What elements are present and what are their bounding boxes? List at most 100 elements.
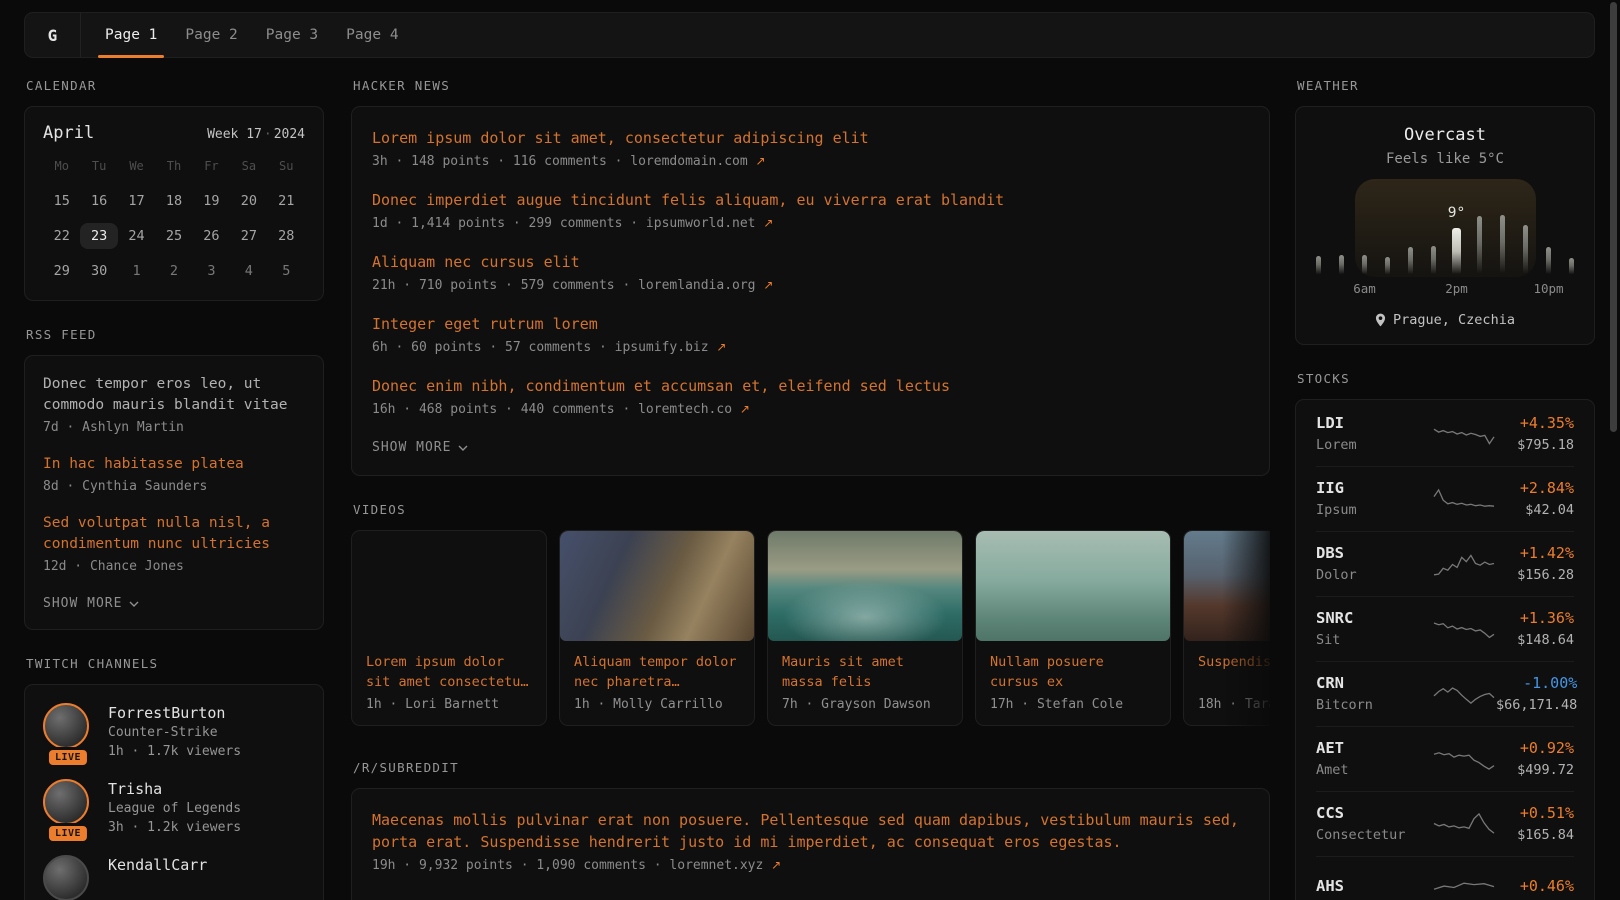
video-thumbnail[interactable]	[560, 531, 754, 641]
videos-section: VIDEOS Lorem ipsum dolor sit amet consec…	[351, 502, 1270, 726]
video-thumbnail[interactable]	[1184, 531, 1270, 641]
video-title-link[interactable]: Mauris sit amet massa felis	[782, 652, 948, 692]
video-title-link[interactable]: Lorem ipsum dolor sit amet consectetu…	[366, 652, 532, 692]
rss-show-more-button[interactable]: SHOW MORE	[43, 593, 139, 611]
chevron-down-icon	[458, 445, 468, 451]
video-title-link[interactable]: Aliquam tempor dolor nec pharetra…	[574, 652, 740, 692]
external-link-icon: ↗	[716, 340, 726, 354]
weather-condition: Overcast	[1296, 125, 1594, 145]
scrollbar-thumb[interactable]	[1610, 2, 1617, 432]
stock-row[interactable]: AETAmet +0.92%$499.72	[1316, 726, 1574, 791]
calendar-week-label: Week 17·2024	[207, 127, 305, 142]
video-meta: 17h · Stefan Cole	[990, 697, 1156, 712]
hn-item-meta: 3h · 148 points · 116 comments · loremdo…	[372, 151, 1249, 172]
stock-symbol: DBS	[1316, 543, 1432, 564]
current-temp-label: 9°	[1448, 205, 1465, 221]
channel-name: Trisha	[108, 779, 241, 799]
video-thumbnail[interactable]	[768, 531, 962, 641]
tab-page-3[interactable]: Page 3	[252, 13, 332, 57]
twitch-channels: LIVE ForrestBurton Counter-Strike 1h · 1…	[24, 684, 324, 900]
stock-price: $795.18	[1496, 436, 1574, 455]
video-meta: 1h · Lori Barnett	[366, 697, 532, 712]
rss-item-link[interactable]: Sed volutpat nulla nisl, a condimentum n…	[43, 513, 305, 555]
stock-row[interactable]: SNRCSit +1.36%$148.64	[1316, 596, 1574, 661]
calendar-day: 30	[80, 258, 117, 284]
stock-row[interactable]: CCSConsectetur +0.51%$165.84	[1316, 791, 1574, 856]
video-card[interactable]: Nullam posuere cursus ex 17h · Stefan Co…	[975, 530, 1171, 726]
video-title-link[interactable]: Nullam posuere cursus ex	[990, 652, 1156, 692]
reddit-item-link[interactable]: Maecenas mollis pulvinar erat non posuer…	[372, 809, 1249, 853]
hn-show-more-button[interactable]: SHOW MORE	[372, 437, 468, 455]
video-thumbnail[interactable]	[976, 531, 1170, 641]
hn-item-link[interactable]: Donec imperdiet augue tincidunt felis al…	[372, 189, 1249, 211]
stocks-widget: LDILorem +4.35%$795.18 IIG Ipsum +2.84% $4…	[1295, 399, 1595, 900]
topbar: G Page 1 Page 2 Page 3 Page 4	[24, 12, 1595, 58]
stock-price: $148.64	[1496, 631, 1574, 650]
hn-item-link[interactable]: Lorem ipsum dolor sit amet, consectetur …	[372, 127, 1249, 149]
weather-widget: Overcast Feels like 5°C 9° 6am2pm10pm Pr…	[1295, 106, 1595, 345]
twitch-section: TWITCH CHANNELS LIVE ForrestBurton Count…	[24, 656, 324, 900]
reddit-item: Maecenas mollis pulvinar erat non posuer…	[372, 809, 1249, 876]
twitch-channel-row[interactable]: LIVE Trisha League of Legends 3h · 1.2k …	[43, 779, 305, 837]
video-card[interactable]: Mauris sit amet massa felis 7h · Grayson…	[767, 530, 963, 726]
video-card[interactable]: Aliquam tempor dolor nec pharetra… 1h · …	[559, 530, 755, 726]
live-badge: LIVE	[46, 747, 90, 768]
calendar-day: 17	[118, 188, 155, 214]
weather-bar	[1500, 215, 1505, 275]
weather-bar	[1523, 225, 1528, 275]
tab-page-2[interactable]: Page 2	[171, 13, 251, 57]
page-tabs: Page 1 Page 2 Page 3 Page 4	[91, 13, 413, 57]
twitch-section-title: TWITCH CHANNELS	[26, 656, 324, 671]
video-title-link[interactable]: Suspendisse diam	[1198, 652, 1270, 692]
stock-change: +2.84%	[1496, 478, 1574, 499]
stock-symbol: IIG	[1316, 478, 1432, 499]
stock-row[interactable]: LDILorem +4.35%$795.18	[1316, 402, 1574, 466]
rss-item-link[interactable]: In hac habitasse platea	[43, 454, 305, 475]
stock-name: Consectetur	[1316, 826, 1432, 845]
weather-hourly-chart: 9°	[1316, 183, 1574, 275]
reddit-item-meta: 19h · 9,932 points · 1,090 comments · lo…	[372, 855, 1249, 876]
rss-item-meta: 12d · Chance Jones	[43, 557, 305, 577]
chevron-down-icon	[129, 601, 139, 607]
stock-price: $499.72	[1496, 761, 1574, 780]
stock-sparkline	[1432, 679, 1496, 709]
twitch-channel-row[interactable]: LIVE ForrestBurton Counter-Strike 1h · 1…	[43, 703, 305, 761]
hn-item-link[interactable]: Donec enim nibh, condimentum et accumsan…	[372, 375, 1249, 397]
video-meta: 18h · Tara	[1198, 697, 1270, 712]
location-pin-icon	[1375, 313, 1386, 327]
avatar	[43, 855, 93, 900]
video-meta: 1h · Molly Carrillo	[574, 697, 740, 712]
stock-row[interactable]: CRNBitcorn -1.00%$66,171.48	[1316, 661, 1574, 726]
hn-item-link[interactable]: Aliquam nec cursus elit	[372, 251, 1249, 273]
page-scrollbar	[1610, 2, 1617, 898]
tab-page-1[interactable]: Page 1	[91, 13, 171, 57]
stock-change: +0.46%	[1496, 876, 1574, 897]
rss-item-link[interactable]: Donec tempor eros leo, ut commodo mauris…	[43, 374, 305, 416]
daylight-band	[1355, 179, 1536, 277]
hn-item-link[interactable]: Integer eget rutrum lorem	[372, 313, 1249, 335]
app-logo[interactable]: G	[25, 13, 81, 57]
calendar-day: 20	[230, 188, 267, 214]
tab-page-4[interactable]: Page 4	[332, 13, 412, 57]
stock-sparkline	[1432, 744, 1496, 774]
stock-row[interactable]: IIGIpsum +2.84%$42.04	[1316, 466, 1574, 531]
calendar-day: 25	[155, 223, 192, 249]
stock-name: Sit	[1316, 631, 1432, 650]
calendar-day-header: Th	[155, 153, 192, 179]
video-thumbnail[interactable]	[352, 531, 546, 641]
video-card[interactable]: Lorem ipsum dolor sit amet consectetu… 1…	[351, 530, 547, 726]
stock-row[interactable]: DBSDolor +1.42%$156.28	[1316, 531, 1574, 596]
stocks-section: STOCKS LDILorem +4.35%$795.18 IIGIpsum +…	[1295, 371, 1595, 900]
stock-sparkline	[1432, 419, 1496, 449]
stock-name: Ipsum	[1316, 501, 1432, 520]
rss-item: Sed volutpat nulla nisl, a condimentum n…	[43, 513, 305, 577]
rss-item: In hac habitasse platea 8d · Cynthia Sau…	[43, 454, 305, 497]
stock-name: Bitcorn	[1316, 696, 1432, 715]
calendar-day: 23	[80, 223, 117, 249]
weather-section: WEATHER Overcast Feels like 5°C 9° 6am2p…	[1295, 78, 1595, 345]
twitch-channel-row[interactable]: KendallCarr	[43, 855, 305, 900]
stock-price: $165.84	[1496, 826, 1574, 845]
video-card[interactable]: Suspendisse diam 18h · Tara	[1183, 530, 1270, 726]
stock-row[interactable]: AHS +0.46%	[1316, 856, 1574, 900]
weather-feels-like: Feels like 5°C	[1296, 151, 1594, 167]
